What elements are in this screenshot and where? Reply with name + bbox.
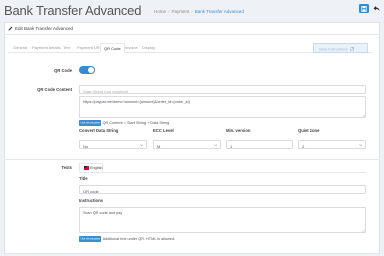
pencil-icon: [8, 26, 13, 31]
title-input[interactable]: QR code: [79, 185, 366, 194]
start-string-input[interactable]: Start String (not required): [79, 85, 366, 94]
view-instructions-label: View Instructions: [319, 47, 348, 52]
quiet-zone-label: Quiet zone: [298, 128, 320, 133]
tab-display[interactable]: Display: [139, 43, 158, 53]
texts-label: Texts: [61, 165, 72, 170]
qr-code-label: QR Code: [54, 68, 72, 73]
ecc-level-select[interactable]: M: [153, 140, 221, 149]
instructions-textarea[interactable]: Scan QR code and pay: [79, 207, 366, 233]
convert-data-value: No: [83, 143, 89, 149]
panel-header: Edit Bank Transfer Advanced: [4, 22, 380, 35]
quiet-zone-select[interactable]: 2: [298, 140, 366, 149]
view-instructions-button[interactable]: View Instructions: [313, 43, 368, 53]
breadcrumb-home[interactable]: Home: [154, 9, 166, 14]
quiet-zone-value: 2: [302, 143, 305, 149]
ecc-level-value: M: [157, 143, 161, 149]
breadcrumb-separator: ›: [168, 9, 170, 14]
qr-code-toggle[interactable]: [79, 66, 95, 74]
language-label: English: [90, 166, 103, 171]
tab-text[interactable]: Text: [60, 43, 73, 53]
chevron-down-icon: [358, 144, 362, 147]
save-button[interactable]: [359, 4, 369, 13]
tab-invoice[interactable]: Invoice: [122, 43, 141, 53]
tab-general[interactable]: General: [10, 43, 30, 53]
ecc-level-label: ECC Level: [153, 128, 174, 133]
breadcrumb-payment[interactable]: Payment: [172, 9, 190, 14]
page-title: Bank Transfer Advanced: [4, 3, 142, 18]
section-divider: [4, 159, 380, 160]
shortcodes-badge[interactable]: Use shortcodes: [79, 236, 102, 242]
data-string-textarea[interactable]: https://paypal.me/demo?amount={amount}&o…: [79, 96, 366, 118]
language-tab-line: [79, 171, 366, 172]
resize-handle-icon[interactable]: [361, 113, 365, 117]
panel-title: Edit Bank Transfer Advanced: [15, 26, 74, 31]
qr-content-help: Use shortcodes QR Content = Start String…: [79, 120, 170, 126]
tab-qr-code[interactable]: QR Code: [100, 42, 125, 53]
chevron-down-icon: [213, 144, 217, 147]
toggle-knob: [88, 67, 94, 73]
convert-data-label: Convert Data String: [79, 128, 119, 133]
breadcrumb-current[interactable]: Bank Transfer Advanced: [195, 9, 244, 14]
uk-flag-icon: [84, 166, 89, 170]
qr-content-label: QR Code Content: [37, 87, 72, 92]
chevron-down-icon: [139, 144, 143, 147]
instructions-value: Scan QR code and pay: [83, 211, 123, 215]
qr-content-help-text: QR Content = Start String + Data String: [102, 121, 170, 125]
save-icon: [361, 5, 367, 12]
min-version-label: Min. version: [226, 128, 251, 133]
data-string-value: https://paypal.me/demo?amount={amount}&o…: [83, 100, 190, 104]
shortcodes-badge[interactable]: Use shortcodes: [79, 120, 102, 126]
back-button[interactable]: [373, 5, 380, 12]
instructions-help: Use shortcodes Additional text under QR.…: [79, 236, 176, 242]
breadcrumb: Home › Payment › Bank Transfer Advanced: [154, 9, 244, 14]
breadcrumb-separator: ›: [191, 9, 193, 14]
convert-data-select[interactable]: No: [79, 140, 147, 149]
resize-handle-icon[interactable]: [361, 228, 365, 232]
instructions-label: Instructions: [79, 198, 103, 203]
tab-payment-details[interactable]: Payment details: [29, 43, 63, 53]
external-link-icon: [349, 46, 354, 51]
min-version-input[interactable]: 1: [226, 140, 293, 149]
instructions-help-text: Additional text under QR. HTML is allowe…: [102, 237, 176, 241]
reply-icon: [373, 6, 380, 11]
title-label: Title: [79, 176, 88, 181]
